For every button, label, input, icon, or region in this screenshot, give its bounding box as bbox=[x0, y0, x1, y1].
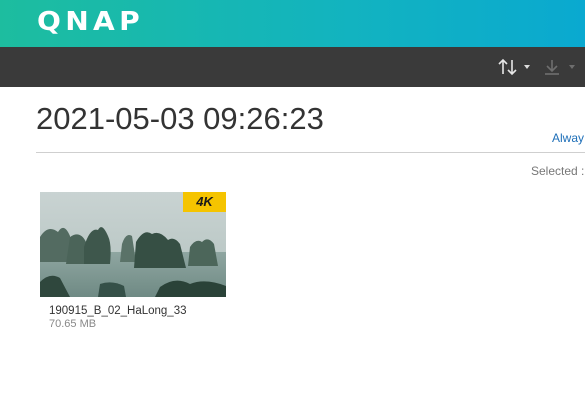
4k-badge: 4K bbox=[183, 192, 226, 212]
sort-dropdown-caret-icon[interactable] bbox=[524, 65, 530, 69]
download-icon[interactable] bbox=[543, 58, 561, 76]
video-thumbnail[interactable]: 4K bbox=[40, 192, 226, 297]
download-dropdown-caret-icon[interactable] bbox=[569, 65, 575, 69]
toolbar bbox=[0, 47, 585, 87]
file-name[interactable]: 190915_B_02_HaLong_33 bbox=[49, 305, 187, 317]
sort-icon[interactable] bbox=[497, 58, 519, 76]
qnap-logo[interactable]: QNAP bbox=[37, 7, 144, 37]
always-link[interactable]: Alway bbox=[552, 131, 584, 145]
selected-count-label: Selected : bbox=[531, 164, 585, 178]
qnap-photo-page: QNAP 2021-05-03 09:26:23 Alway Selected … bbox=[0, 0, 585, 418]
file-size: 70.65 MB bbox=[49, 318, 97, 330]
brand-header: QNAP bbox=[0, 0, 585, 47]
page-title: 2021-05-03 09:26:23 bbox=[36, 101, 324, 136]
file-card[interactable]: 4K 190915_B_02_HaLong_33 70.65 MB bbox=[40, 192, 226, 342]
title-divider bbox=[36, 152, 585, 153]
